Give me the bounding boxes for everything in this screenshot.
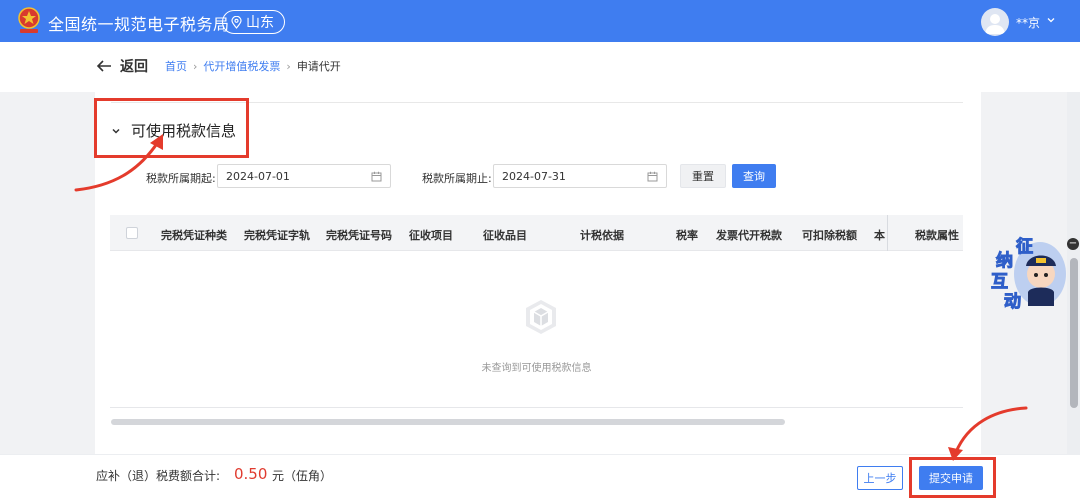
column-header: 完税凭证字轨 bbox=[244, 229, 310, 242]
empty-box-icon bbox=[526, 300, 556, 334]
divider bbox=[110, 407, 963, 408]
end-period-input[interactable]: 2024-07-31 bbox=[493, 164, 667, 188]
column-header: 发票代开税款 bbox=[716, 229, 782, 242]
user-avatar[interactable] bbox=[981, 8, 1009, 36]
column-divider bbox=[887, 215, 888, 251]
column-header: 税款属性 bbox=[915, 229, 959, 242]
calendar-icon bbox=[647, 171, 658, 181]
back-label: 返回 bbox=[120, 59, 148, 75]
breadcrumb: 首页 › 代开增值税发票 › 申请代开 bbox=[165, 58, 341, 74]
table-header: 完税凭证种类 完税凭证字轨 完税凭证号码 征收项目 征收品目 计税依据 税率 发… bbox=[110, 215, 963, 251]
assistant-widget[interactable]: 征 纳 互 动 bbox=[986, 234, 1070, 313]
tax-info-table: 完税凭证种类 完税凭证字轨 完税凭证号码 征收项目 征收品目 计税依据 税率 发… bbox=[110, 215, 963, 409]
breadcrumb-home[interactable]: 首页 bbox=[165, 58, 187, 74]
column-header: 计税依据 bbox=[580, 229, 624, 242]
highlight-box-section bbox=[94, 98, 249, 158]
breadcrumb-separator: › bbox=[286, 59, 291, 73]
total-label: 应补（退）税费额合计: bbox=[96, 469, 221, 483]
location-pin-icon bbox=[231, 15, 242, 29]
assistant-label-char: 动 bbox=[1004, 292, 1022, 313]
select-all-checkbox[interactable] bbox=[126, 227, 138, 239]
column-header: 本 bbox=[874, 229, 885, 242]
site-title: 全国统一规范电子税务局 bbox=[48, 15, 230, 34]
empty-message: 未查询到可使用税款信息 bbox=[481, 363, 592, 374]
start-period-input[interactable]: 2024-07-01 bbox=[217, 164, 391, 188]
top-header: 全国统一规范电子税务局 山东 **京 bbox=[0, 0, 1080, 42]
column-header: 可扣除税额 bbox=[802, 229, 857, 242]
column-header: 税率 bbox=[676, 229, 698, 242]
region-selector[interactable]: 山东 bbox=[222, 10, 285, 34]
breadcrumb-bar: 返回 首页 › 代开增值税发票 › 申请代开 bbox=[0, 42, 1080, 92]
column-header: 征收项目 bbox=[409, 229, 453, 242]
arrow-left-icon bbox=[96, 60, 111, 72]
reset-button[interactable]: 重置 bbox=[680, 164, 726, 188]
previous-step-button[interactable]: 上一步 bbox=[857, 466, 903, 490]
breadcrumb-current: 申请代开 bbox=[296, 60, 341, 73]
column-header: 完税凭证种类 bbox=[161, 229, 227, 242]
breadcrumb-invoice[interactable]: 代开增值税发票 bbox=[203, 58, 280, 74]
start-period-label: 税款所属期起: bbox=[146, 172, 216, 185]
horizontal-scrollbar[interactable] bbox=[111, 419, 785, 425]
end-period-value: 2024-07-31 bbox=[502, 169, 566, 183]
total-unit: 元（伍角） bbox=[272, 469, 333, 483]
user-name[interactable]: **京 bbox=[1016, 14, 1040, 31]
query-button[interactable]: 查询 bbox=[732, 164, 776, 188]
user-avatar-icon bbox=[985, 14, 1005, 34]
tax-emblem-icon bbox=[18, 7, 40, 33]
highlight-box-submit bbox=[909, 457, 996, 498]
assistant-label-char: 征 bbox=[1016, 237, 1034, 258]
start-period-value: 2024-07-01 bbox=[226, 169, 290, 183]
assistant-close-icon[interactable]: − bbox=[1067, 238, 1079, 250]
chevron-down-icon[interactable] bbox=[1046, 15, 1056, 25]
vertical-scrollbar[interactable] bbox=[1070, 258, 1078, 408]
region-label: 山东 bbox=[246, 15, 274, 31]
breadcrumb-separator: › bbox=[193, 59, 198, 73]
column-header: 完税凭证号码 bbox=[326, 229, 392, 242]
back-button[interactable]: 返回 bbox=[96, 56, 148, 76]
calendar-icon bbox=[371, 171, 382, 181]
column-header: 征收品目 bbox=[483, 229, 527, 242]
end-period-label: 税款所属期止: bbox=[422, 172, 492, 185]
total-amount: 0.50 bbox=[234, 465, 268, 483]
